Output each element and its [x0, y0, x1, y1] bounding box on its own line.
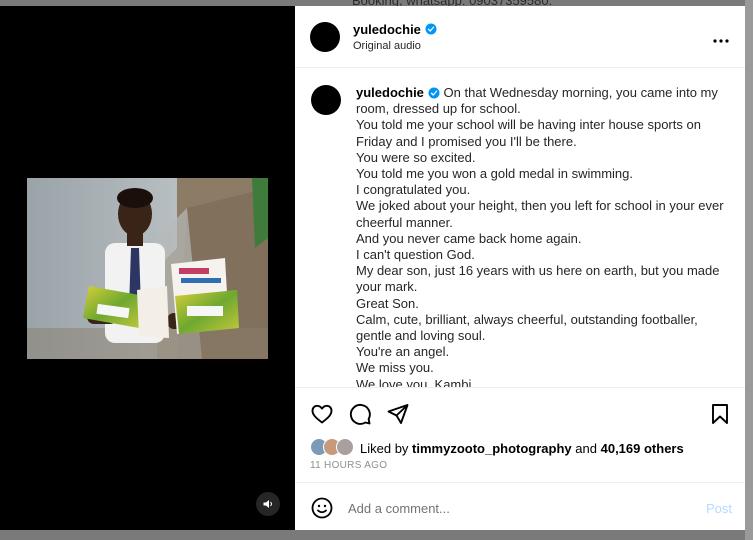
caption-line: And you never came back home again.	[356, 230, 582, 246]
post-header: yuledochie Original audio	[295, 6, 745, 68]
caption-area[interactable]: yuledochie On that Wednesday morning, yo…	[295, 69, 745, 387]
liked-by-prefix: Liked by	[360, 440, 409, 456]
caption-line: I congratulated you.	[356, 182, 471, 198]
bookmark-icon	[712, 404, 728, 424]
caption-line: You told me your school will be having i…	[356, 117, 705, 149]
caption-line: Great Son.	[356, 295, 419, 311]
liked-by-connector: and	[575, 440, 597, 456]
likes-summary: Liked by timmyzooto_photography and 40,1…	[310, 438, 684, 458]
caption-line: We love you, Kambi.	[356, 376, 475, 387]
post-photo[interactable]	[27, 178, 268, 359]
liker-avatar	[336, 438, 354, 456]
audio-toggle-button[interactable]	[256, 492, 280, 516]
post-actions	[310, 402, 732, 426]
liker-avatars[interactable]	[310, 438, 356, 458]
photo-illustration	[27, 178, 268, 359]
section-divider	[295, 387, 745, 388]
verified-badge-icon	[428, 87, 440, 99]
audio-link[interactable]: Original audio	[353, 40, 437, 52]
comment-icon	[349, 403, 371, 425]
post-side-panel: yuledochie Original audio yuledochie On …	[295, 6, 745, 530]
caption-line: Calm, cute, brilliant, always cheerful, …	[356, 311, 702, 344]
caption-author-avatar[interactable]	[311, 85, 341, 115]
like-button[interactable]	[310, 402, 334, 426]
post-comment-button[interactable]: Post	[706, 501, 732, 516]
backdrop-right-edge	[745, 0, 753, 540]
emoji-button[interactable]	[310, 496, 334, 520]
likes-count-link[interactable]: 40,169 others	[601, 441, 684, 456]
emoji-icon	[311, 497, 333, 519]
more-horizontal-icon	[713, 39, 729, 43]
heart-icon	[311, 404, 333, 424]
caption-line: We joked about your height, then you lef…	[356, 198, 728, 230]
post-timestamp[interactable]: 11 HOURS AGO	[310, 460, 387, 471]
comment-button[interactable]	[348, 402, 372, 426]
author-avatar[interactable]	[310, 21, 340, 52]
comment-bar: Post	[310, 496, 732, 520]
comment-input[interactable]	[348, 500, 698, 516]
post-modal: yuledochie Original audio yuledochie On …	[0, 6, 745, 530]
caption-username-row: yuledochie	[356, 85, 440, 101]
author-username-row: yuledochie	[353, 22, 437, 37]
caption-line: I can't question God.	[356, 247, 475, 263]
verified-badge-icon	[425, 23, 437, 35]
caption-line: You were so excited.	[356, 149, 476, 165]
caption-text: yuledochie On that Wednesday morning, yo…	[356, 85, 726, 387]
section-divider	[295, 482, 745, 483]
caption-line: You told me you won a gold medal in swim…	[356, 166, 633, 182]
caption-username[interactable]: yuledochie	[356, 85, 424, 101]
caption-line: My dear son, just 16 years with us here …	[356, 263, 724, 295]
author-username[interactable]: yuledochie	[353, 22, 421, 37]
more-options-button[interactable]	[713, 30, 729, 48]
paper-plane-icon	[387, 404, 409, 424]
liker-username[interactable]: timmyzooto_photography	[412, 441, 572, 456]
author-info: yuledochie Original audio	[353, 22, 437, 52]
caption-line: You're an angel.	[356, 344, 450, 360]
post-media	[0, 6, 295, 530]
share-button[interactable]	[386, 402, 410, 426]
save-button[interactable]	[708, 402, 732, 431]
caption-line: We miss you.	[356, 360, 434, 376]
speaker-icon	[263, 500, 272, 508]
